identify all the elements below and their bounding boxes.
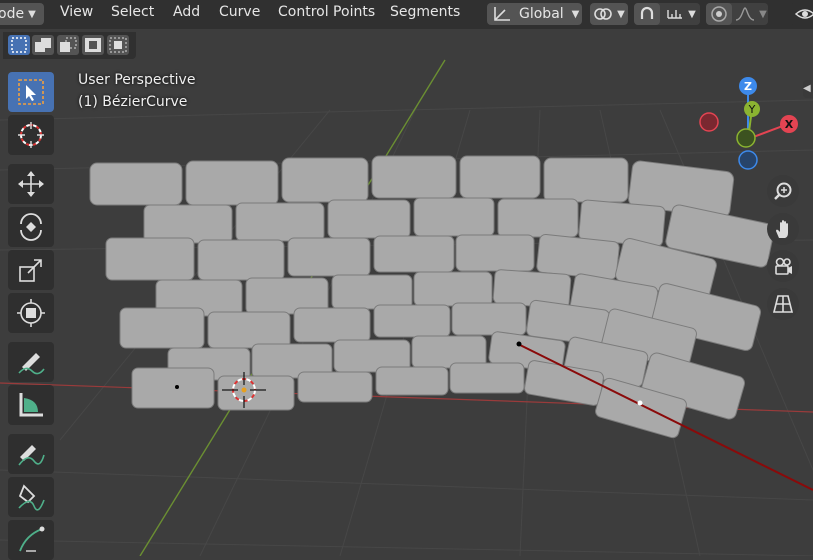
menu-add[interactable]: Add [173, 4, 200, 20]
cursor-tool[interactable] [8, 115, 54, 155]
menu-select[interactable]: Select [111, 4, 154, 20]
scale-tool[interactable] [8, 250, 54, 290]
annotate-icon [18, 353, 45, 375]
select-new-icon [11, 37, 27, 53]
transform-orientation-dropdown[interactable]: Global ▼ [487, 3, 582, 25]
camera-view-button[interactable] [767, 250, 799, 282]
camera-icon [775, 257, 792, 275]
scale-icon [19, 259, 42, 282]
select-new-button[interactable] [8, 35, 30, 55]
neg-y-handle [736, 128, 756, 148]
curve-tilt-tool[interactable] [8, 520, 54, 560]
curve-tilt-icon [19, 526, 45, 552]
brick-wall [89, 155, 775, 439]
orientation-label: Global [519, 6, 564, 22]
object-label: (1) BézierCurve [78, 94, 188, 110]
menu-segments[interactable]: Segments [390, 4, 460, 20]
select-box-tool[interactable] [8, 72, 54, 112]
selection-mode-bar [3, 32, 136, 59]
tool-shelf [6, 68, 58, 560]
move-icon [18, 171, 44, 197]
proportional-editing-toggle[interactable] [706, 3, 732, 25]
orientation-axes-icon [494, 7, 510, 21]
snap-increment-icon [667, 10, 683, 19]
z-axis-label: Z [744, 80, 752, 93]
menu-control-points[interactable]: Control Points [278, 4, 375, 20]
falloff-dropdown[interactable]: ▼ [734, 3, 768, 25]
pivot-link-icon [594, 8, 612, 20]
menu-view[interactable]: View [60, 4, 93, 20]
snap-toggle[interactable] [634, 3, 660, 25]
menu-curve[interactable]: Curve [219, 4, 260, 20]
select-subtract-button[interactable] [57, 35, 79, 55]
proportional-editing-icon [711, 6, 727, 22]
measure-tool[interactable] [8, 385, 54, 425]
chevron-down-icon: ▼ [28, 8, 36, 20]
transform-icon [17, 299, 45, 327]
perspective-grid-icon [772, 295, 794, 313]
pivot-point-dropdown[interactable]: ▼ [590, 3, 628, 25]
rotate-tool[interactable] [8, 207, 54, 247]
transform-tool[interactable] [8, 293, 54, 333]
visibility-dropdown[interactable] [790, 3, 813, 25]
navigation-gizmo[interactable]: Y Z X [695, 72, 805, 182]
mode-dropdown[interactable]: ode ▼ [0, 3, 44, 25]
header-bar: ode ▼ View Select Add Curve Control Poin… [0, 0, 813, 29]
3d-cursor-tool-icon [18, 122, 44, 148]
select-subtract-icon [60, 37, 77, 52]
zoom-button[interactable] [767, 175, 799, 207]
chevron-down-icon: ▼ [688, 8, 696, 20]
pan-button[interactable] [767, 213, 799, 245]
annotate-tool[interactable] [8, 342, 54, 382]
select-extend-icon [35, 38, 51, 52]
move-tool[interactable] [8, 164, 54, 204]
zoom-icon [774, 182, 792, 200]
select-intersect-icon [109, 37, 127, 53]
select-extend-button[interactable] [32, 35, 54, 55]
y-axis-label: Y [748, 103, 756, 116]
perspective-label: User Perspective [78, 72, 196, 88]
curve-draw-icon [18, 445, 45, 466]
x-axis-label: X [785, 118, 794, 131]
mode-label: ode [0, 6, 25, 22]
sidebar-toggle-icon[interactable]: ◀ [803, 80, 813, 98]
chevron-down-icon: ▼ [759, 8, 767, 20]
eye-icon [795, 9, 813, 19]
select-box-icon [18, 79, 44, 105]
curve-pen-tool[interactable] [8, 477, 54, 517]
measure-icon [19, 393, 43, 417]
magnet-icon [640, 6, 654, 19]
chevron-down-icon: ▼ [617, 8, 625, 20]
rotate-icon [20, 213, 42, 241]
perspective-toggle-button[interactable] [767, 288, 799, 320]
select-intersect-button[interactable] [107, 35, 129, 55]
falloff-curve-icon [735, 7, 755, 21]
neg-x-handle [699, 112, 719, 132]
snap-target-dropdown[interactable]: ▼ [662, 3, 700, 25]
neg-z-handle [738, 150, 758, 170]
curve-pen-icon [18, 484, 45, 511]
pan-hand-icon [776, 220, 788, 238]
curve-draw-tool[interactable] [8, 434, 54, 474]
chevron-down-icon: ▼ [571, 8, 580, 20]
select-invert-icon [85, 38, 101, 52]
select-invert-button[interactable] [82, 35, 104, 55]
